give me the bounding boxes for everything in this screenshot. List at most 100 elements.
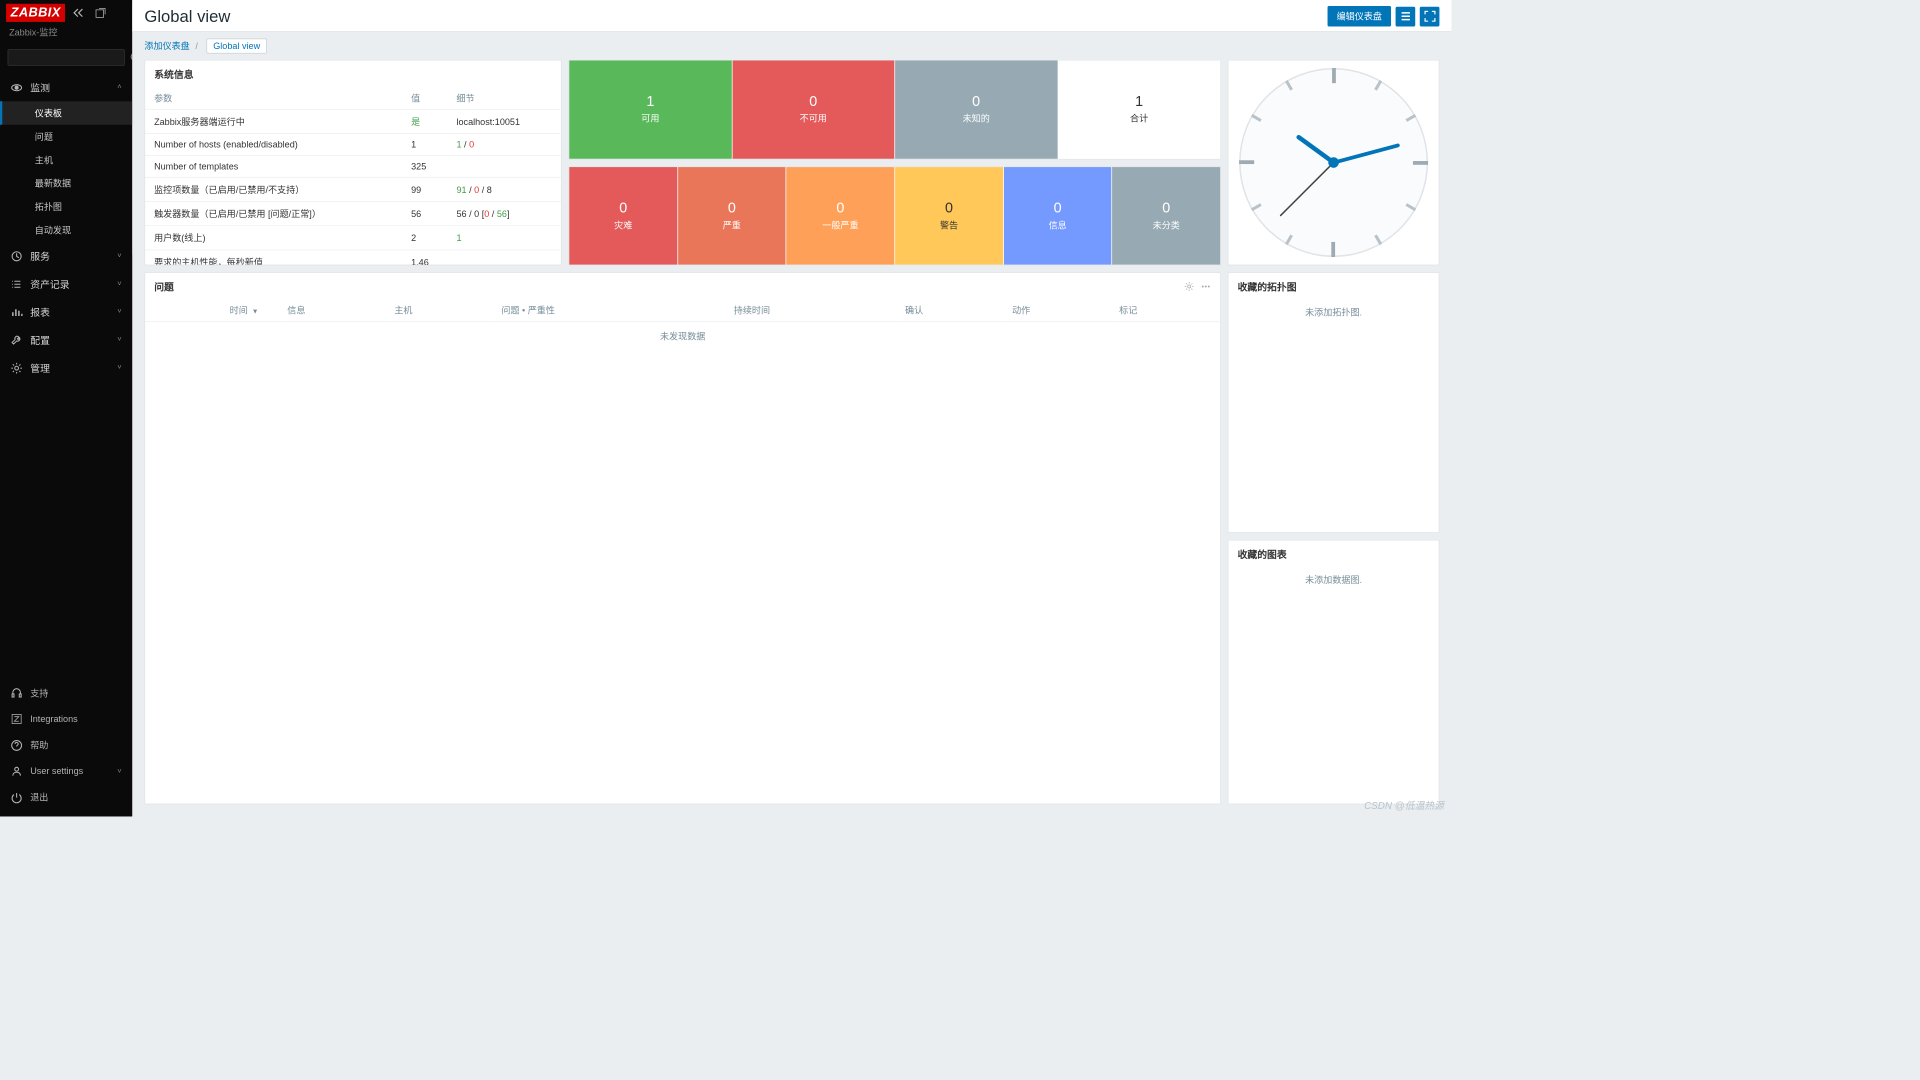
col-header[interactable]: 确认: [899, 299, 1006, 321]
cell-param: Number of hosts (enabled/disabled): [145, 133, 402, 155]
cell-value: 99: [402, 177, 447, 201]
logo-row: ZABBIX: [0, 0, 132, 26]
top-actions: 编辑仪表盘: [1328, 6, 1440, 26]
col-header[interactable]: 信息: [281, 299, 388, 321]
status-tile[interactable]: 0信息: [1004, 167, 1112, 265]
topbar: Global view 编辑仪表盘: [132, 0, 1451, 32]
fav-graphs-empty: 未添加数据图.: [1229, 567, 1439, 592]
status-tile[interactable]: 0未知的: [895, 60, 1057, 158]
question-icon: [11, 739, 23, 751]
hand-min: [1333, 143, 1400, 164]
search-input[interactable]: [13, 52, 130, 63]
nav-head-config[interactable]: 配置˅: [0, 326, 132, 354]
clock-tick: [1285, 234, 1293, 245]
nav-label: 报表: [30, 305, 109, 319]
dashboard-list-button[interactable]: [1396, 6, 1416, 26]
collapse-sidebar-button[interactable]: [70, 6, 88, 20]
nav-sub-item[interactable]: 仪表板: [0, 101, 132, 124]
chevron-down-icon: ˅: [117, 252, 121, 260]
widget-title: 收藏的拓扑图: [1238, 279, 1297, 293]
search-box[interactable]: [8, 49, 125, 66]
status-tile[interactable]: 0严重: [678, 167, 786, 265]
nav-sub-item[interactable]: 最新数据: [0, 172, 132, 195]
col-header[interactable]: 主机: [388, 299, 495, 321]
col-header[interactable]: 动作: [1006, 299, 1113, 321]
nav-sub-item[interactable]: 拓扑图: [0, 195, 132, 218]
col-header[interactable]: 问题 • 严重性: [495, 299, 727, 321]
col-detail: 细节: [448, 87, 561, 109]
tile-label: 未知的: [963, 112, 990, 125]
tile-number: 0: [1054, 200, 1062, 217]
nav-sub-item[interactable]: 主机: [0, 148, 132, 171]
status-tile[interactable]: 0灾难: [569, 167, 677, 265]
col-header[interactable]: 标记: [1113, 299, 1220, 321]
table-row: 监控项数量（已启用/已禁用/不支持）9991 / 0 / 8: [145, 177, 561, 201]
widget-body-sysinfo: 参数 值 细节 Zabbix服务器端运行中是localhost:10051Num…: [145, 87, 561, 265]
clock-tick: [1406, 203, 1417, 211]
clock-icon: [11, 250, 23, 262]
cell-param: 触发器数量（已启用/已禁用 [问题/正常]）: [145, 201, 402, 225]
nav-head-inventory[interactable]: 资产记录˅: [0, 270, 132, 298]
chevron-down-icon: ˅: [117, 364, 121, 372]
problems-by-severity-row: 0灾难0严重0一般严重0警告0信息0未分类: [569, 166, 1221, 265]
tile-label: 严重: [723, 218, 741, 231]
nav-bottom-support[interactable]: 支持: [0, 680, 132, 706]
widget-title: 收藏的图表: [1238, 547, 1287, 561]
table-row: Number of hosts (enabled/disabled)11 / 0: [145, 133, 561, 155]
chevron-up-icon: ˄: [117, 83, 121, 91]
clock-tick: [1331, 242, 1335, 257]
table-row: 触发器数量（已启用/已禁用 [问题/正常]）5656 / 0 [0 / 56]: [145, 201, 561, 225]
clock-pivot: [1328, 157, 1339, 168]
sysinfo-table: 参数 值 细节 Zabbix服务器端运行中是localhost:10051Num…: [145, 87, 561, 265]
status-tile[interactable]: 0不可用: [732, 60, 894, 158]
table-row: 用户数(线上)21: [145, 226, 561, 250]
tile-number: 0: [972, 94, 980, 111]
more-icon[interactable]: [1201, 281, 1212, 292]
cell-value: 1: [402, 133, 447, 155]
widget-favorite-maps: 收藏的拓扑图 未添加拓扑图.: [1228, 272, 1440, 533]
status-tile[interactable]: 0未分类: [1112, 167, 1220, 265]
status-tile[interactable]: 0警告: [895, 167, 1003, 265]
status-tile[interactable]: 1合计: [1058, 60, 1220, 158]
tile-label: 警告: [940, 218, 958, 231]
nav-sub-item[interactable]: 自动发现: [0, 218, 132, 241]
cell-param: 监控项数量（已启用/已禁用/不支持）: [145, 177, 402, 201]
gear-icon[interactable]: [1184, 281, 1195, 292]
cell-detail: localhost:10051: [448, 109, 561, 133]
fullscreen-button[interactable]: [1420, 6, 1440, 26]
col-header[interactable]: 持续时间: [728, 299, 899, 321]
nav-bottom-help[interactable]: 帮助: [0, 732, 132, 758]
status-tile[interactable]: 1可用: [569, 60, 731, 158]
nav-head-admin[interactable]: 管理˅: [0, 354, 132, 382]
tile-number: 0: [945, 200, 953, 217]
widget-title: 问题: [154, 279, 174, 293]
col-header[interactable]: 时间 ▼: [145, 299, 281, 321]
popout-icon[interactable]: [92, 6, 109, 20]
clock-tick: [1374, 80, 1382, 91]
nav-head-monitor[interactable]: 监测˄: [0, 73, 132, 101]
nav-group-admin: 管理˅: [0, 354, 132, 382]
breadcrumb-root-link[interactable]: 添加仪表盘: [144, 41, 189, 52]
brand-logo[interactable]: ZABBIX: [6, 4, 65, 22]
nav-bottom-integrations[interactable]: Integrations: [0, 706, 132, 732]
nav-label: 服务: [30, 249, 109, 263]
cell-detail: 1 / 0: [448, 133, 561, 155]
power-icon: [11, 791, 23, 803]
widget-body-problems: 时间 ▼信息主机问题 • 严重性持续时间确认动作标记 未发现数据: [145, 299, 1220, 803]
clock-face: [1239, 68, 1428, 257]
nav-sub-item[interactable]: 问题: [0, 125, 132, 148]
edit-dashboard-button[interactable]: 编辑仪表盘: [1328, 6, 1392, 26]
nav-label: User settings: [30, 766, 109, 777]
cell-value: 2: [402, 226, 447, 250]
nav-head-services[interactable]: 服务 ˅: [0, 242, 132, 270]
table-row: 要求的主机性能，每秒新值1.46: [145, 250, 561, 265]
chevron-down-icon: ˅: [117, 336, 121, 344]
nav-head-reports[interactable]: 报表˅: [0, 298, 132, 326]
widget-status-tiles: 1可用0不可用0未知的1合计 0灾难0严重0一般严重0警告0信息0未分类: [569, 60, 1221, 266]
status-tile[interactable]: 0一般严重: [786, 167, 894, 265]
nav-bottom-user[interactable]: User settings˅: [0, 758, 132, 784]
nav-label: 帮助: [30, 739, 121, 752]
nav-bottom-logout[interactable]: 退出: [0, 784, 132, 810]
tile-label: 灾难: [614, 218, 632, 231]
clock-tick: [1413, 161, 1428, 165]
